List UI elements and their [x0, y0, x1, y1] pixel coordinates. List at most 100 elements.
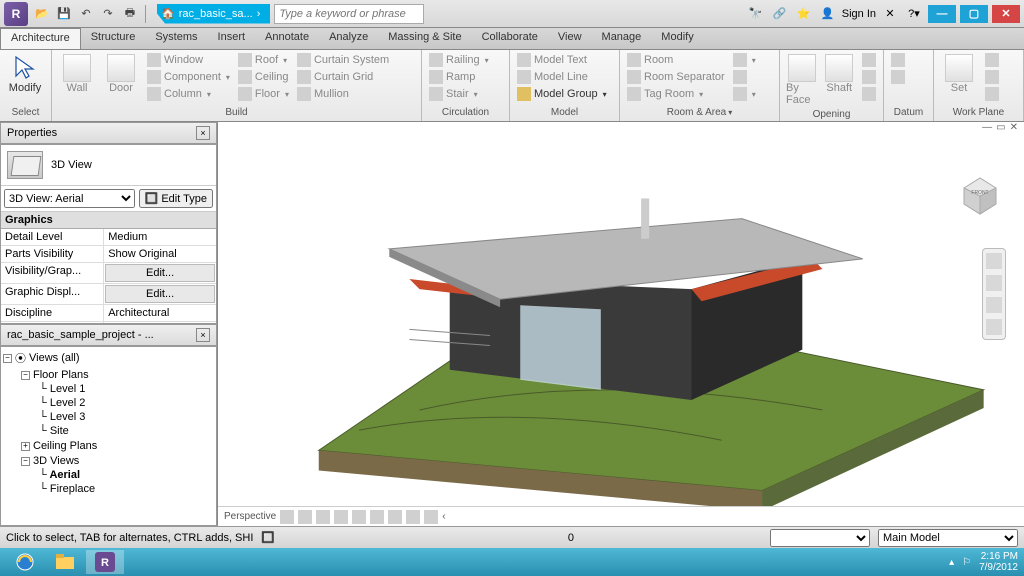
by-face-button[interactable]: By Face: [784, 52, 820, 108]
dormer-button[interactable]: [859, 86, 879, 102]
star-icon[interactable]: ⭐: [794, 4, 814, 24]
help-icon[interactable]: ?▾: [904, 4, 924, 24]
tree-item[interactable]: └ Aerial: [39, 469, 80, 481]
curtain-system-button[interactable]: Curtain System: [294, 52, 392, 68]
properties-header[interactable]: Properties ×: [0, 122, 217, 144]
more-icon[interactable]: ‹: [442, 511, 445, 522]
viewcube[interactable]: FRONT: [954, 166, 1006, 218]
flag-icon[interactable]: ⚐: [962, 557, 971, 568]
signin-button[interactable]: Sign In: [842, 8, 876, 20]
tab-annotate[interactable]: Annotate: [255, 28, 319, 49]
vp-min-icon[interactable]: —: [982, 122, 992, 138]
windows-taskbar[interactable]: R ▴ ⚐ 2:16 PM 7/9/2012: [0, 548, 1024, 576]
render-icon[interactable]: [370, 510, 384, 524]
search-box[interactable]: [274, 4, 424, 24]
tree-floorplans[interactable]: −Floor Plans: [21, 369, 89, 381]
close-button[interactable]: ✕: [992, 5, 1020, 23]
browser-close-icon[interactable]: ×: [196, 328, 210, 342]
favorite-icon[interactable]: ✕: [880, 4, 900, 24]
area-dd3[interactable]: [730, 86, 759, 102]
tab-massing-site[interactable]: Massing & Site: [378, 28, 471, 49]
system-tray[interactable]: ▴ ⚐ 2:16 PM 7/9/2012: [949, 551, 1018, 573]
wall-opening-button[interactable]: [859, 52, 879, 68]
tab-view[interactable]: View: [548, 28, 592, 49]
search-input[interactable]: [274, 4, 424, 24]
print-icon[interactable]: 🖶: [120, 4, 140, 24]
orbit-icon[interactable]: [986, 319, 1002, 335]
mullion-button[interactable]: Mullion: [294, 86, 392, 102]
window-button[interactable]: Window: [144, 52, 233, 68]
vertical-opening-button[interactable]: [859, 69, 879, 85]
minus-icon[interactable]: −: [21, 371, 30, 380]
clock[interactable]: 2:16 PM 7/9/2012: [979, 551, 1018, 573]
design-options-dropdown[interactable]: Main Model: [878, 529, 1018, 547]
tree-root[interactable]: −⦿ Views (all): [3, 350, 80, 366]
property-row[interactable]: Detail LevelMedium: [1, 229, 216, 246]
ie-icon[interactable]: [6, 550, 44, 574]
tab-modify[interactable]: Modify: [651, 28, 703, 49]
door-button[interactable]: Door: [100, 52, 142, 96]
set-button[interactable]: Set: [938, 52, 980, 96]
type-selector[interactable]: 3D View: [1, 145, 216, 186]
panel-title-room-area[interactable]: Room & Area: [624, 106, 775, 119]
column-button[interactable]: Column: [144, 86, 233, 102]
model-text-button[interactable]: Model Text: [514, 52, 610, 68]
vp-max-icon[interactable]: ▭: [996, 122, 1005, 138]
lock-icon[interactable]: [424, 510, 438, 524]
zoom-icon[interactable]: [986, 297, 1002, 313]
minimize-button[interactable]: —: [928, 5, 956, 23]
floor-button[interactable]: Floor: [235, 86, 292, 102]
minus-icon[interactable]: −: [3, 354, 12, 363]
property-row[interactable]: Graphic Displ...Edit...: [1, 284, 216, 305]
group-header-graphics[interactable]: Graphics: [1, 212, 216, 229]
crop-icon[interactable]: [388, 510, 402, 524]
crop-show-icon[interactable]: [406, 510, 420, 524]
revit-task-icon[interactable]: R: [86, 550, 124, 574]
room-button[interactable]: Room: [624, 52, 728, 68]
edit-type-button[interactable]: 🔲 Edit Type: [139, 189, 213, 208]
properties-close-icon[interactable]: ×: [196, 126, 210, 140]
redo-icon[interactable]: ↷: [98, 4, 118, 24]
tab-insert[interactable]: Insert: [208, 28, 256, 49]
railing-button[interactable]: Railing: [426, 52, 492, 68]
view-mode-label[interactable]: Perspective: [224, 511, 276, 522]
explorer-icon[interactable]: [46, 550, 84, 574]
plus-icon[interactable]: +: [21, 442, 30, 451]
tree-3dviews[interactable]: −3D Views: [21, 455, 79, 467]
viewport-canvas[interactable]: FRONT: [218, 138, 1024, 506]
tag-room-button[interactable]: Tag Room: [624, 86, 728, 102]
minus-icon[interactable]: −: [21, 457, 30, 466]
curtain-grid-button[interactable]: Curtain Grid: [294, 69, 392, 85]
property-row[interactable]: Visibility/Grap...Edit...: [1, 263, 216, 284]
property-row[interactable]: Parts VisibilityShow Original: [1, 246, 216, 263]
tab-manage[interactable]: Manage: [592, 28, 652, 49]
tab-structure[interactable]: Structure: [81, 28, 146, 49]
pan-icon[interactable]: [986, 275, 1002, 291]
open-icon[interactable]: 📂: [32, 4, 52, 24]
user-icon[interactable]: 👤: [818, 4, 838, 24]
model-group-button[interactable]: Model Group: [514, 86, 610, 102]
area-dd2[interactable]: [730, 69, 759, 85]
property-value[interactable]: Architectural: [104, 305, 216, 321]
ceiling-button[interactable]: Ceiling: [235, 69, 292, 85]
wall-button[interactable]: Wall: [56, 52, 98, 96]
property-value[interactable]: Edit...: [105, 285, 215, 303]
tab-analyze[interactable]: Analyze: [319, 28, 378, 49]
property-value[interactable]: Medium: [104, 229, 216, 245]
scale-icon[interactable]: [280, 510, 294, 524]
detail-icon[interactable]: [298, 510, 312, 524]
browser-header[interactable]: rac_basic_sample_project - ... ×: [0, 324, 217, 346]
tab-systems[interactable]: Systems: [145, 28, 207, 49]
model-line-button[interactable]: Model Line: [514, 69, 610, 85]
steering-wheel-icon[interactable]: [986, 253, 1002, 269]
tree-ceilingplans[interactable]: +Ceiling Plans: [21, 440, 97, 452]
level-button[interactable]: [888, 52, 908, 68]
tree-item[interactable]: └ Site: [39, 425, 69, 437]
worksets-dropdown[interactable]: [770, 529, 870, 547]
stair-button[interactable]: Stair: [426, 86, 492, 102]
ramp-button[interactable]: Ramp: [426, 69, 492, 85]
roof-button[interactable]: Roof: [235, 52, 292, 68]
shadows-icon[interactable]: [352, 510, 366, 524]
property-value[interactable]: Edit...: [105, 264, 215, 282]
grid-button[interactable]: [888, 69, 908, 85]
